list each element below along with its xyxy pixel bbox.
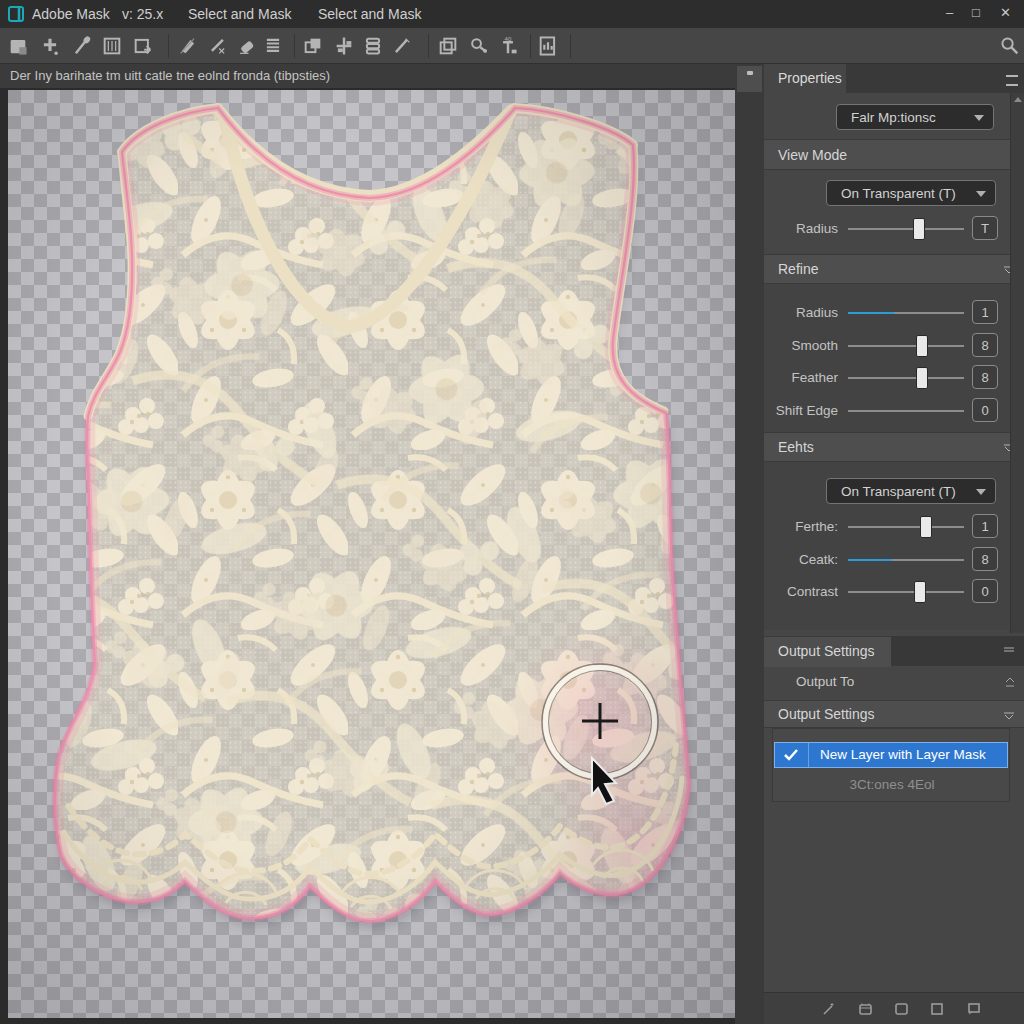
document-chart-tool-icon[interactable] [537, 35, 559, 57]
collapse-icon[interactable] [1004, 712, 1014, 720]
wand-icon[interactable] [820, 1000, 838, 1018]
slider-row: Ferthe: 1 [764, 514, 1024, 540]
checkbox-checked[interactable] [775, 743, 809, 767]
output-options-list: New Layer with Layer Mask 3Ct:ones 4Eol [772, 728, 1010, 802]
slider-track[interactable] [848, 345, 964, 347]
select-and-mask-window: Adobe Mask v: 25.x Select and Mask Selec… [0, 0, 1024, 1024]
panel-bottom-bar [764, 992, 1024, 1024]
radius-t-button[interactable]: T [972, 216, 998, 240]
radius-slider[interactable] [848, 228, 964, 230]
check-icon [783, 747, 799, 763]
panel-gutter [735, 64, 764, 1024]
slider-row: Smooth 8 [764, 333, 1024, 359]
slider-value[interactable]: 1 [972, 300, 998, 324]
gutter-tab[interactable] [737, 66, 762, 92]
slider-track[interactable] [848, 559, 964, 561]
new-selection-tool-icon[interactable] [7, 35, 29, 57]
section-output-settings-1[interactable]: Output Settings [764, 636, 1024, 666]
slider-value[interactable]: 8 [972, 365, 998, 389]
title-bar: Adobe Mask v: 25.x Select and Mask Selec… [0, 0, 1024, 28]
chevron-down-icon [976, 191, 986, 197]
tab-properties[interactable]: Properties [778, 70, 842, 86]
collapse-icon[interactable] [1004, 647, 1014, 655]
tools-toolbar: 40 [0, 28, 1024, 64]
properties-panel: Properties Falr Mp:tionsc View Mode On T… [764, 64, 1024, 1024]
canvas-area[interactable] [8, 90, 735, 1018]
app-logo-icon [8, 5, 26, 23]
slider-row: Radius 1 [764, 300, 1024, 326]
slider-handle[interactable] [913, 218, 925, 240]
flag-tool-icon[interactable] [177, 35, 199, 57]
slider-track[interactable] [848, 591, 964, 593]
edits-body: On Transparent (T) Ferthe: 1 Ceatk: 8 Co… [764, 462, 1024, 630]
slider-row: Contrast 0 [764, 579, 1024, 605]
slider-row: Ceatk: 8 [764, 547, 1024, 573]
rounded-square-icon[interactable] [892, 1000, 910, 1018]
hint-bar: Der Iny barihate tm uitt catle tne eolnd… [0, 64, 735, 88]
marquee-grid-tool-icon[interactable] [101, 35, 123, 57]
align-center-tool-icon[interactable] [333, 35, 355, 57]
slider-track[interactable] [848, 526, 964, 528]
panel-menu-icon[interactable] [1006, 75, 1018, 86]
section-output-settings-2[interactable]: Output Settings [764, 700, 1024, 728]
slider-track[interactable] [848, 377, 964, 379]
slider-row: Feather 8 [764, 365, 1024, 391]
section-refine[interactable]: Refine [764, 254, 1024, 284]
expand-icon[interactable] [1004, 678, 1016, 688]
menu-select-and-mask-1[interactable]: Select and Mask [188, 6, 292, 22]
slider-row-radius-top: Radius T [764, 216, 1024, 242]
output-suboption[interactable]: 3Ct:ones 4Eol [773, 777, 1011, 792]
menu-select-and-mask-2[interactable]: Select and Mask [318, 6, 422, 22]
square-icon[interactable] [928, 1000, 946, 1018]
duplicate-window-icon[interactable] [964, 1000, 982, 1018]
search-icon[interactable] [999, 35, 1021, 57]
maximize-button[interactable]: □ [972, 5, 980, 20]
eraser-tool-icon[interactable] [235, 35, 257, 57]
refine-body: Radius 1 Smooth 8 Feather 8 Shift Edge 0 [764, 284, 1024, 432]
slash-x-tool-icon[interactable] [207, 35, 229, 57]
app-version: v: 25.x [122, 6, 163, 22]
slider-value[interactable]: 0 [972, 579, 998, 603]
slider-value[interactable]: 8 [972, 333, 998, 357]
type-tool-tool-icon[interactable]: 40 [497, 35, 519, 57]
minimize-button[interactable]: – [946, 5, 953, 20]
slider-handle[interactable] [914, 581, 926, 603]
preset-dropdown[interactable]: Falr Mp:tionsc [836, 104, 994, 130]
section-edits[interactable]: Eehts [764, 432, 1024, 462]
stack-bars-tool-icon[interactable] [362, 35, 384, 57]
slider-value[interactable]: 1 [972, 514, 998, 538]
export-square-tool-icon[interactable] [132, 35, 154, 57]
close-button[interactable]: ✕ [1000, 5, 1011, 20]
pen-line-tool-icon[interactable] [391, 35, 413, 57]
chevron-down-icon [976, 489, 986, 495]
option-new-layer-with-layer-mask[interactable]: New Layer with Layer Mask [774, 742, 1008, 768]
view-mode-dropdown[interactable]: On Transparent (T) [826, 180, 996, 206]
hint-text: Der Iny barihate tm uitt catle tne eolnd… [10, 68, 330, 83]
copy-layers-tool-icon[interactable] [302, 35, 324, 57]
edits-dropdown[interactable]: On Transparent (T) [826, 478, 996, 504]
svg-text:40: 40 [505, 35, 512, 42]
pen-tool-icon[interactable] [71, 35, 93, 57]
output-to-row[interactable]: Output To [764, 666, 1024, 698]
layers-icon[interactable] [856, 1000, 874, 1018]
slider-row: Shift Edge 0 [764, 398, 1024, 424]
slider-value[interactable]: 8 [972, 547, 998, 571]
slider-handle[interactable] [916, 367, 928, 389]
add-brush-tool-icon[interactable] [39, 35, 61, 57]
menu-lines-tool-icon[interactable] [262, 35, 284, 57]
slider-track[interactable] [848, 312, 964, 314]
panel-tab-bar: Properties [764, 64, 1024, 93]
lace-top-image [8, 90, 735, 1018]
chevron-down-icon [974, 115, 984, 121]
panel-scrollbar[interactable] [1010, 93, 1024, 633]
slider-track[interactable] [848, 410, 964, 412]
app-title: Adobe Mask [32, 6, 110, 22]
slider-value[interactable]: 0 [972, 398, 998, 422]
section-view-mode[interactable]: View Mode [764, 139, 1024, 170]
duplicate-tool-icon[interactable] [437, 35, 459, 57]
slider-handle[interactable] [916, 335, 928, 357]
slider-handle[interactable] [920, 516, 932, 538]
link-tool-icon[interactable] [468, 35, 490, 57]
